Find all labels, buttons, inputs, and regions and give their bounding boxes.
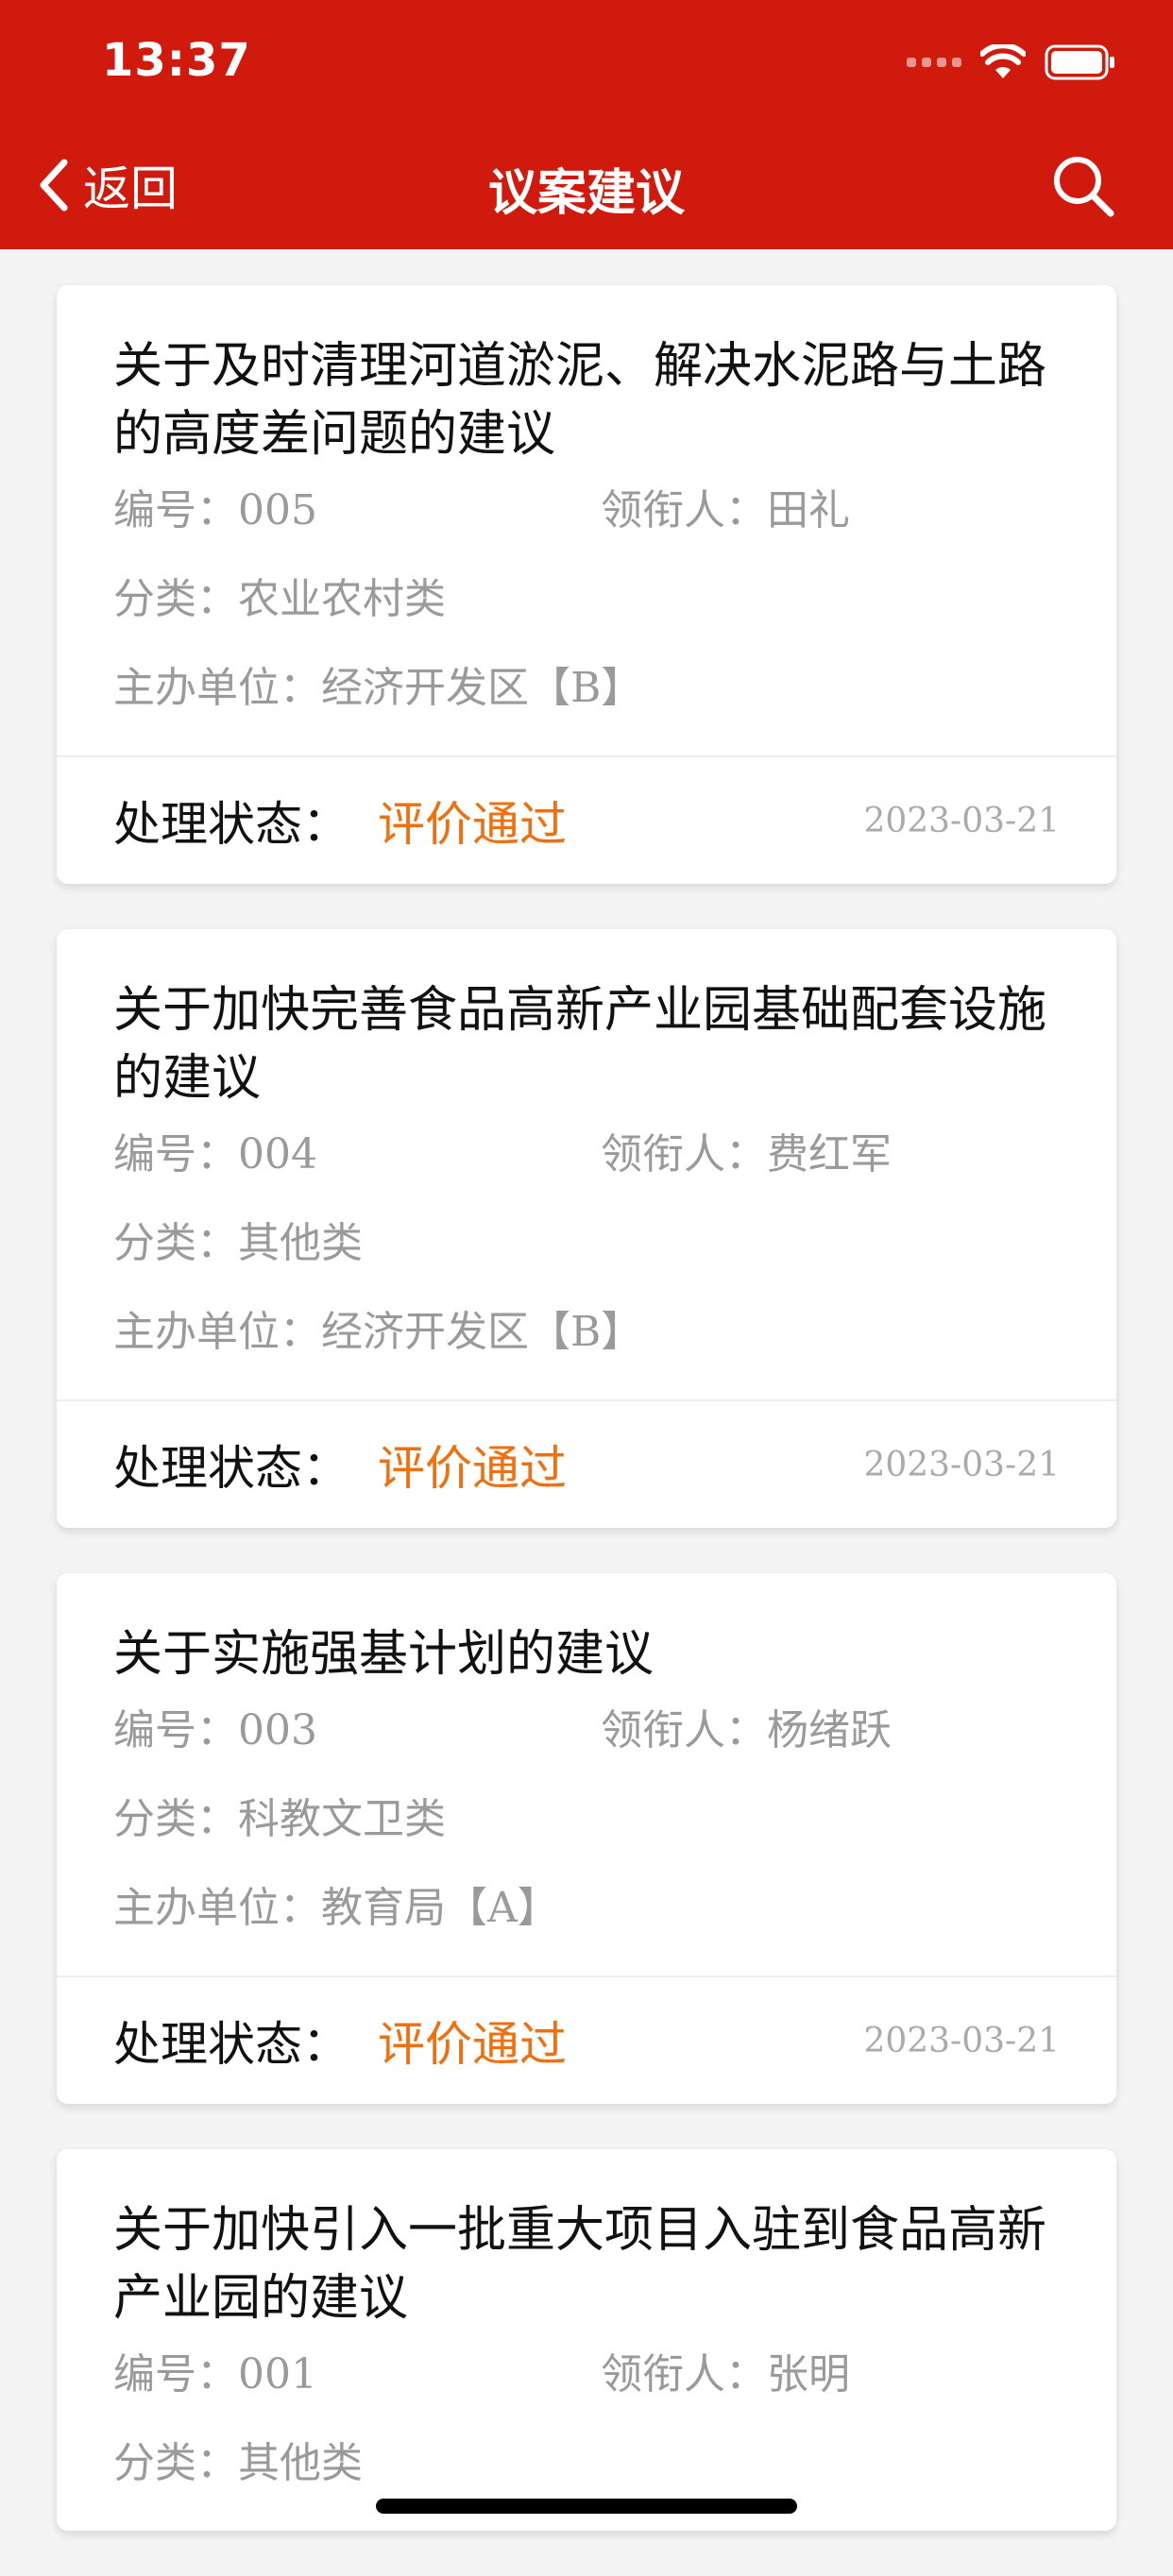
meta-row: 编号：001 领衔人：张明 xyxy=(113,2351,1060,2398)
card-footer: 处理状态： 评价通过 2023-03-21 xyxy=(57,1975,1116,2104)
wifi-icon xyxy=(980,44,1026,78)
status-value: 评价通过 xyxy=(378,2017,567,2072)
number-value: 001 xyxy=(238,2350,317,2398)
battery-icon xyxy=(1045,44,1114,80)
card-footer: 处理状态： 评价通过 2023-03-21 xyxy=(57,755,1116,884)
status-icons xyxy=(907,42,1116,83)
status-value: 评价通过 xyxy=(378,1441,567,1496)
unit-value: 教育局【A】 xyxy=(321,1884,559,1932)
number-field: 编号：005 xyxy=(113,486,317,534)
leader-value: 杨绪跃 xyxy=(767,1706,892,1754)
top-bar: 13:37 返回 议案建议 xyxy=(0,0,1173,249)
leader-value: 张明 xyxy=(767,2350,850,2398)
number-value: 003 xyxy=(238,1706,317,1754)
meta-row: 编号：003 领衔人：杨绪跃 xyxy=(113,1707,1060,1754)
number-value: 005 xyxy=(238,486,317,534)
date: 2023-03-21 xyxy=(863,1445,1060,1484)
leader-field: 领衔人：费红军 xyxy=(601,1130,892,1178)
card-body: 关于加快引入一批重大项目入驻到食品高新产业园的建议 编号：001 领衔人：张明 … xyxy=(57,2149,1116,2531)
category-value: 科教文卫类 xyxy=(238,1795,446,1843)
proposal-list: 关于及时清理河道淤泥、解决水泥路与土路的高度差问题的建议 编号：005 领衔人：… xyxy=(57,285,1116,2576)
unit-value: 经济开发区【B】 xyxy=(321,664,643,712)
leader-value: 田礼 xyxy=(767,486,850,534)
card-body: 关于及时清理河道淤泥、解决水泥路与土路的高度差问题的建议 编号：005 领衔人：… xyxy=(57,285,1116,755)
number-value: 004 xyxy=(238,1130,317,1178)
proposal-title: 关于加快引入一批重大项目入驻到食品高新产业园的建议 xyxy=(113,2202,1047,2327)
meta-row: 编号：004 领衔人：费红军 xyxy=(113,1131,1060,1178)
category-value: 农业农村类 xyxy=(238,575,446,623)
unit-field: 主办单位： 教育局【A】 xyxy=(113,1884,559,1932)
proposal-card[interactable]: 关于及时清理河道淤泥、解决水泥路与土路的高度差问题的建议 编号：005 领衔人：… xyxy=(57,285,1116,884)
category-field: 分类： 科教文卫类 xyxy=(113,1795,446,1843)
category-field: 分类： 其他类 xyxy=(113,2439,363,2487)
unit-field: 主办单位： 经济开发区【B】 xyxy=(113,664,643,712)
proposal-title: 关于实施强基计划的建议 xyxy=(113,1626,654,1683)
number-field: 编号：003 xyxy=(113,1706,317,1754)
category-field: 分类： 农业农村类 xyxy=(113,575,446,623)
date: 2023-03-21 xyxy=(863,2021,1060,2060)
card-body: 关于实施强基计划的建议 编号：003 领衔人：杨绪跃 分类： 科教文卫类 主办单位… xyxy=(57,1573,1116,1975)
proposal-card[interactable]: 关于加快完善食品高新产业园基础配套设施的建议 编号：004 领衔人：费红军 分类… xyxy=(57,929,1116,1528)
proposal-card[interactable]: 关于加快引入一批重大项目入驻到食品高新产业园的建议 编号：001 领衔人：张明 … xyxy=(57,2149,1116,2531)
status-value: 评价通过 xyxy=(378,797,567,852)
proposal-title: 关于加快完善食品高新产业园基础配套设施的建议 xyxy=(113,982,1047,1107)
leader-field: 领衔人：张明 xyxy=(601,2350,850,2398)
number-field: 编号：001 xyxy=(113,2350,317,2398)
meta-row: 编号：005 领衔人：田礼 xyxy=(113,487,1060,534)
category-value: 其他类 xyxy=(238,1219,363,1267)
status-label: 处理状态： xyxy=(113,2017,349,2072)
leader-field: 领衔人：杨绪跃 xyxy=(601,1706,892,1754)
home-indicator[interactable] xyxy=(376,2499,797,2514)
unit-field: 主办单位： 经济开发区【B】 xyxy=(113,1308,643,1356)
proposal-title: 关于及时清理河道淤泥、解决水泥路与土路的高度差问题的建议 xyxy=(113,338,1047,463)
page-title: 议案建议 xyxy=(487,165,685,222)
status-label: 处理状态： xyxy=(113,1441,349,1496)
status-label: 处理状态： xyxy=(113,797,349,852)
category-value: 其他类 xyxy=(238,2439,363,2487)
search-icon[interactable] xyxy=(1050,153,1116,219)
proposal-card[interactable]: 关于实施强基计划的建议 编号：003 领衔人：杨绪跃 分类： 科教文卫类 主办单位… xyxy=(57,1573,1116,2104)
cellular-signal-icon xyxy=(907,58,961,67)
date: 2023-03-21 xyxy=(863,801,1060,840)
number-field: 编号：004 xyxy=(113,1130,317,1178)
status-time: 13:37 xyxy=(102,34,251,87)
card-body: 关于加快完善食品高新产业园基础配套设施的建议 编号：004 领衔人：费红军 分类… xyxy=(57,929,1116,1399)
leader-value: 费红军 xyxy=(767,1130,892,1178)
leader-field: 领衔人：田礼 xyxy=(601,486,850,534)
card-footer: 处理状态： 评价通过 2023-03-21 xyxy=(57,1399,1116,1528)
category-field: 分类： 其他类 xyxy=(113,1219,363,1267)
unit-value: 经济开发区【B】 xyxy=(321,1308,643,1356)
